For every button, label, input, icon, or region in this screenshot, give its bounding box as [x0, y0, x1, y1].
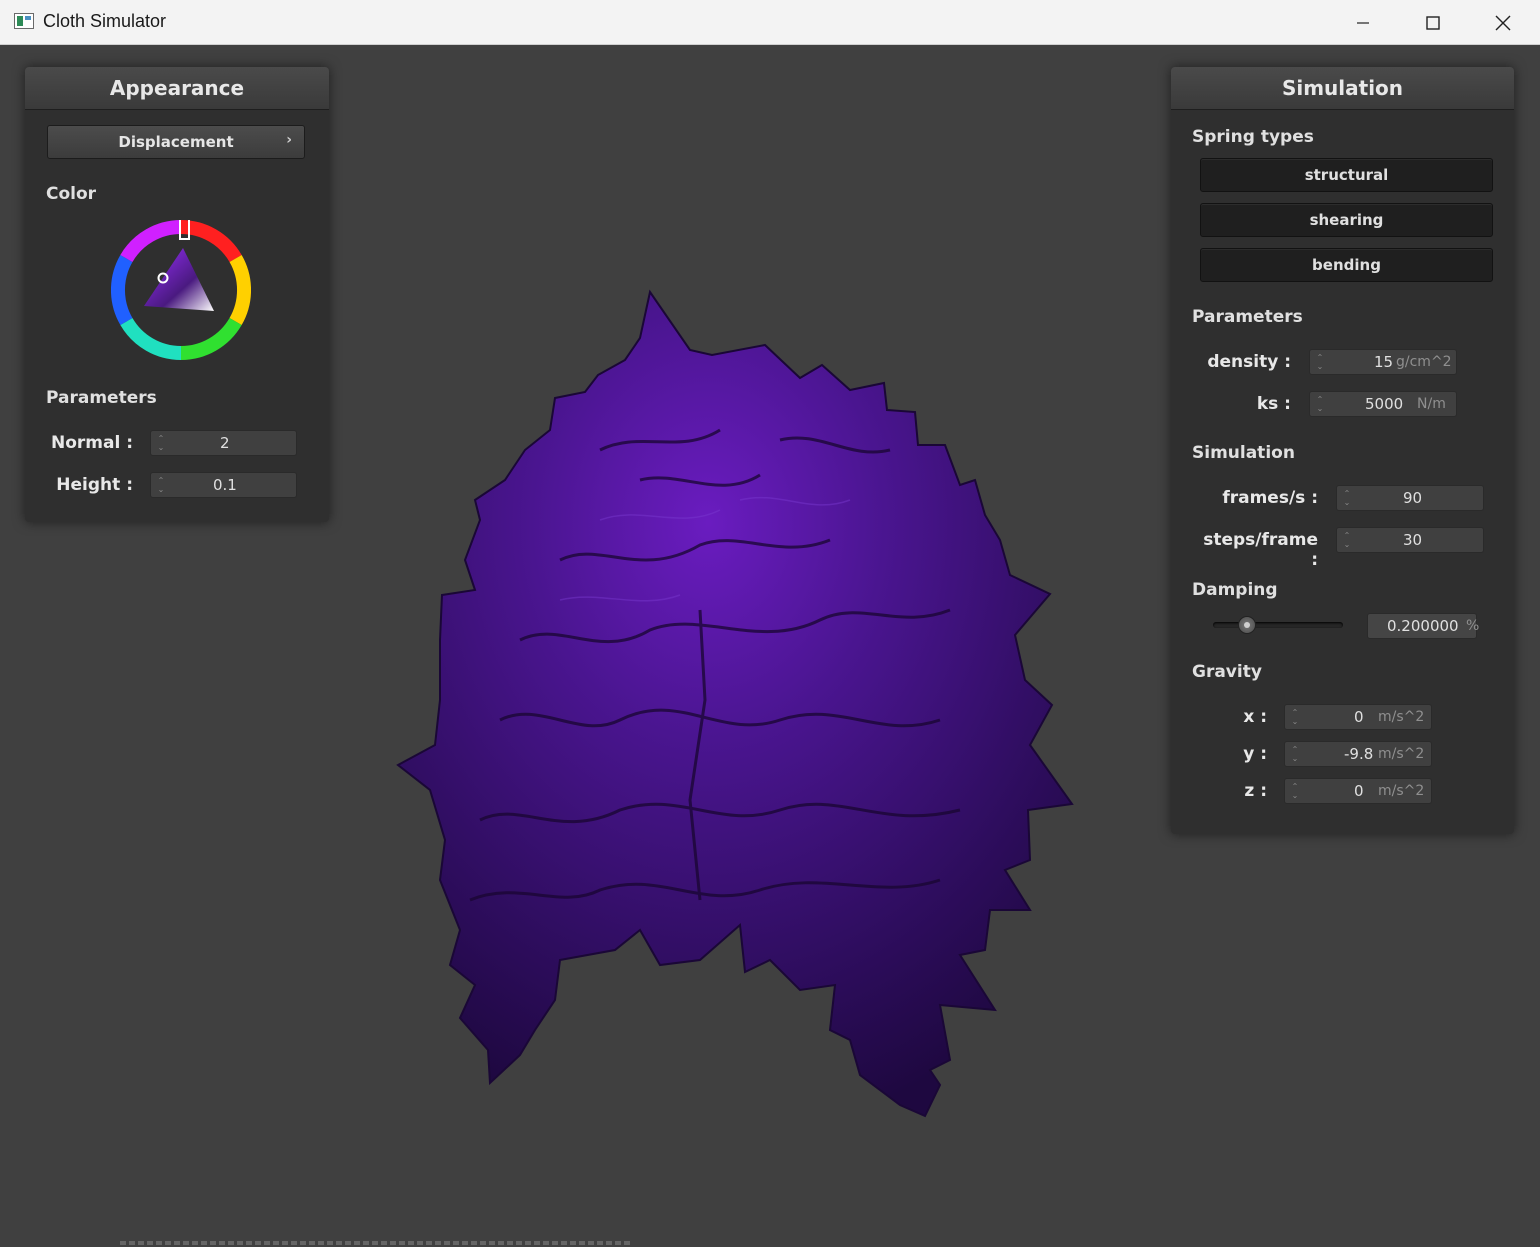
density-value: 15: [1374, 353, 1394, 371]
close-icon: [1495, 15, 1511, 30]
spinner-icon[interactable]: ⌃ ⌄: [156, 476, 166, 494]
fps-value: 90: [1403, 489, 1423, 507]
spinner-icon[interactable]: ⌃ ⌄: [156, 434, 166, 452]
height-label: Height :: [56, 475, 133, 495]
simulation-header: Simulation: [1171, 67, 1514, 110]
normal-label: Normal :: [50, 433, 133, 453]
spinner-icon[interactable]: ⌃ ⌄: [1290, 708, 1300, 726]
appearance-panel: Appearance Displacement › Color Paramete…: [25, 67, 329, 522]
maximize-button[interactable]: [1398, 0, 1468, 45]
shearing-label: shearing: [1309, 211, 1384, 229]
ks-label: ks :: [1256, 394, 1291, 414]
appearance-params-label: Parameters: [46, 388, 157, 408]
structural-toggle-button[interactable]: structural: [1200, 158, 1493, 192]
gravity-label: Gravity: [1192, 662, 1262, 682]
maximize-icon: [1426, 15, 1440, 30]
bottom-overlay-text: [120, 1241, 630, 1245]
shearing-toggle-button[interactable]: shearing: [1200, 203, 1493, 237]
close-button[interactable]: [1468, 0, 1538, 45]
appearance-header: Appearance: [25, 67, 329, 110]
simulation-panel: Simulation Spring types structural shear…: [1171, 67, 1514, 834]
height-input[interactable]: ⌃ ⌄ 0.1: [150, 472, 297, 498]
app-icon: [14, 13, 34, 29]
spinner-icon[interactable]: ⌃ ⌄: [1342, 531, 1352, 549]
gravity-z-unit: m/s^2: [1378, 783, 1425, 799]
spinner-icon[interactable]: ⌃ ⌄: [1342, 489, 1352, 507]
color-label: Color: [46, 184, 97, 204]
density-label: density :: [1207, 352, 1291, 372]
color-wheel[interactable]: [111, 220, 251, 360]
ks-unit: N/m: [1417, 396, 1446, 412]
steps-input[interactable]: ⌃ ⌄ 30: [1336, 527, 1484, 553]
chevron-right-icon: ›: [286, 132, 292, 148]
fps-input[interactable]: ⌃ ⌄ 90: [1336, 485, 1484, 511]
gravity-y-label: y :: [1243, 744, 1267, 764]
density-unit: g/cm^2: [1396, 354, 1452, 370]
spinner-icon[interactable]: ⌃ ⌄: [1315, 353, 1325, 371]
sim-params-label: Parameters: [1192, 307, 1303, 327]
window-titlebar: Cloth Simulator: [0, 0, 1540, 45]
ks-input[interactable]: ⌃ ⌄ 5000 N/m: [1309, 391, 1457, 417]
gravity-x-unit: m/s^2: [1378, 709, 1425, 725]
density-input[interactable]: ⌃ ⌄ 15 g/cm^2: [1309, 349, 1457, 375]
height-value: 0.1: [213, 476, 237, 494]
damping-slider[interactable]: [1213, 616, 1343, 634]
bending-toggle-button[interactable]: bending: [1200, 248, 1493, 282]
saturation-triangle: [144, 248, 214, 311]
slider-track: [1213, 622, 1343, 628]
minimize-icon: [1357, 21, 1369, 24]
spinner-icon[interactable]: ⌃ ⌄: [1290, 745, 1300, 763]
gravity-y-unit: m/s^2: [1378, 746, 1425, 762]
gravity-y-value: -9.8: [1344, 745, 1374, 763]
gravity-x-value: 0: [1354, 708, 1364, 726]
normal-value: 2: [220, 434, 230, 452]
damping-value-box[interactable]: 0.200000 %: [1367, 613, 1480, 639]
steps-value: 30: [1403, 531, 1423, 549]
damping-label: Damping: [1192, 580, 1278, 600]
damping-value: 0.200000: [1387, 617, 1459, 635]
ks-value: 5000: [1365, 395, 1404, 413]
bending-label: bending: [1312, 256, 1381, 274]
slider-knob[interactable]: [1238, 616, 1256, 634]
gravity-z-label: z :: [1244, 781, 1267, 801]
spring-types-label: Spring types: [1192, 127, 1314, 147]
spinner-icon[interactable]: ⌃ ⌄: [1290, 782, 1300, 800]
gravity-z-input[interactable]: ⌃ ⌄ 0 m/s^2: [1284, 778, 1432, 804]
gravity-x-input[interactable]: ⌃ ⌄ 0 m/s^2: [1284, 704, 1432, 730]
shader-button-label: Displacement: [118, 133, 234, 151]
window-title: Cloth Simulator: [43, 11, 167, 31]
normal-input[interactable]: ⌃ ⌄ 2: [150, 430, 297, 456]
simulation-section-label: Simulation: [1192, 443, 1295, 463]
gravity-x-label: x :: [1243, 707, 1267, 727]
structural-label: structural: [1304, 166, 1389, 184]
fps-label: frames/s :: [1222, 488, 1318, 508]
shader-dropdown-button[interactable]: Displacement ›: [47, 125, 305, 159]
spinner-icon[interactable]: ⌃ ⌄: [1315, 395, 1325, 413]
gravity-z-value: 0: [1354, 782, 1364, 800]
steps-label: steps/frame :: [1203, 530, 1318, 570]
gravity-y-input[interactable]: ⌃ ⌄ -9.8 m/s^2: [1284, 741, 1432, 767]
minimize-button[interactable]: [1328, 0, 1398, 45]
damping-unit: %: [1466, 618, 1480, 634]
